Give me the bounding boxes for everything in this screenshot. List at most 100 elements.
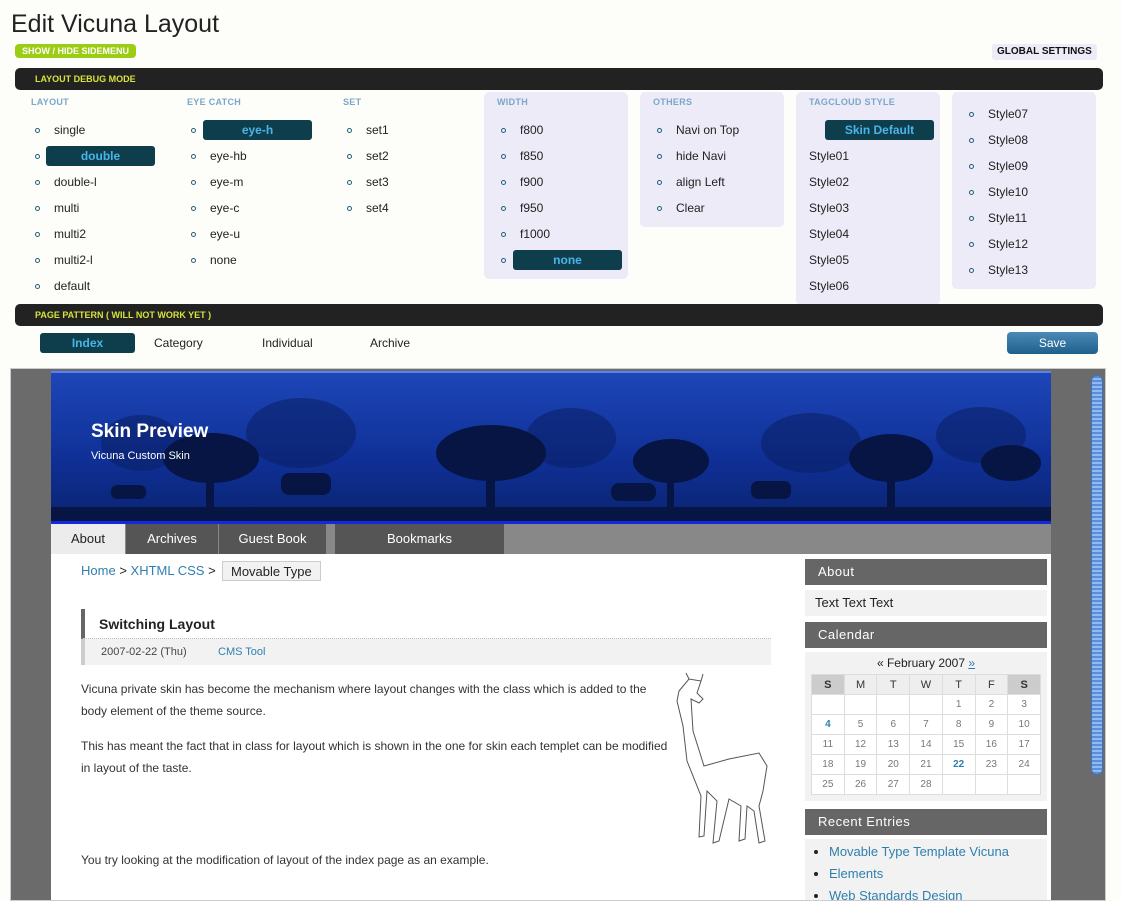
option-label: set3 xyxy=(366,175,389,189)
calendar-day: 3 xyxy=(1007,694,1041,715)
column-others-title: OTHERS xyxy=(653,97,693,107)
calendar-day: 15 xyxy=(941,734,976,755)
option-eyecatch-eye-m[interactable]: eye-m xyxy=(174,169,319,195)
entry-category-link[interactable]: CMS Tool xyxy=(218,639,265,665)
sidebar-about-title: About xyxy=(805,559,1047,585)
option-others-hide-navi[interactable]: hide Navi xyxy=(640,143,784,169)
calendar-table: S M T W T F S 1 2 3 4 5 6 7 8 9 10 11 12 13 14 15 16 17 18 19 20 21… xyxy=(811,674,1041,795)
calendar-empty xyxy=(811,694,845,715)
sidebar: About Text Text Text Calendar « February… xyxy=(805,559,1047,900)
breadcrumb-sep: > xyxy=(208,563,216,578)
breadcrumb: Home > XHTML CSS > xyxy=(81,563,216,578)
option-tagcloud-skin-default[interactable]: Skin Default xyxy=(796,117,940,143)
option-set-set3[interactable]: set3 xyxy=(330,169,475,195)
option-set-set1[interactable]: set1 xyxy=(330,117,475,143)
bullet-circle-icon xyxy=(657,180,662,185)
option-tagcloud2-style09[interactable]: Style09 xyxy=(952,153,1096,179)
option-layout-default[interactable]: default xyxy=(18,273,163,299)
option-set-set2[interactable]: set2 xyxy=(330,143,475,169)
site-title: Skin Preview xyxy=(91,421,209,442)
bullet-circle-icon xyxy=(501,154,506,159)
calendar-weekday: T xyxy=(941,674,976,695)
bullet-circle-icon xyxy=(657,206,662,211)
option-layout-multi2[interactable]: multi2 xyxy=(18,221,163,247)
option-tagcloud2-style07[interactable]: Style07 xyxy=(952,101,1096,127)
option-layout-double[interactable]: double xyxy=(18,143,163,169)
bullet-circle-icon xyxy=(191,180,196,185)
option-width-f1000[interactable]: f1000 xyxy=(484,221,628,247)
option-layout-double-l[interactable]: double-l xyxy=(18,169,163,195)
bullet-circle-icon xyxy=(191,154,196,159)
option-label: f900 xyxy=(520,175,544,189)
option-eyecatch-eye-c[interactable]: eye-c xyxy=(174,195,319,221)
option-eyecatch-eye-u[interactable]: eye-u xyxy=(174,221,319,247)
recent-entry-link[interactable]: Movable Type Template Vicuna xyxy=(829,844,1009,859)
preview-scrollbar[interactable] xyxy=(1091,375,1103,775)
breadcrumb-home[interactable]: Home xyxy=(81,563,116,578)
column-layout: LAYOUT single double double-l multi multi2 mul… xyxy=(18,92,163,305)
option-label: Style12 xyxy=(988,237,1029,251)
option-width-f850[interactable]: f850 xyxy=(484,143,628,169)
nav-tab-archives[interactable]: Archives xyxy=(126,524,218,554)
save-button[interactable]: Save xyxy=(1007,332,1098,354)
calendar-day[interactable]: 4 xyxy=(811,714,845,735)
option-width-f800[interactable]: f800 xyxy=(484,117,628,143)
column-width-title: WIDTH xyxy=(497,97,528,107)
breadcrumb-sep: > xyxy=(119,563,127,578)
option-others-navi-on-top[interactable]: Navi on Top xyxy=(640,117,784,143)
option-tagcloud2-style13[interactable]: Style13 xyxy=(952,257,1096,283)
preview-frame: Skin Preview Vicuna Custom Skin About Arc… xyxy=(10,368,1106,901)
option-label: multi xyxy=(54,201,80,215)
option-layout-single[interactable]: single xyxy=(18,117,163,143)
option-tagcloud-style03[interactable]: Style03 xyxy=(796,195,940,221)
calendar-day: 19 xyxy=(843,754,878,775)
pattern-tab-individual[interactable]: Individual xyxy=(262,333,313,353)
option-eyecatch-none[interactable]: none xyxy=(174,247,319,273)
nav-tab-guest-book[interactable]: Guest Book xyxy=(219,524,326,554)
breadcrumb-category[interactable]: XHTML CSS xyxy=(131,563,205,578)
column-set: SET set1 set2 set3 set4 xyxy=(330,92,475,227)
option-label: default xyxy=(54,279,91,293)
pattern-tab-category[interactable]: Category xyxy=(154,333,203,353)
option-tagcloud2-style10[interactable]: Style10 xyxy=(952,179,1096,205)
bullet-circle-icon xyxy=(35,128,40,133)
option-label: f800 xyxy=(520,123,544,137)
option-tagcloud-style06[interactable]: Style06 xyxy=(796,273,940,299)
option-eyecatch-eye-hb[interactable]: eye-hb xyxy=(174,143,319,169)
nav-tab-bookmarks[interactable]: Bookmarks xyxy=(335,524,504,554)
option-others-align-left[interactable]: align Left xyxy=(640,169,784,195)
option-tagcloud2-style11[interactable]: Style11 xyxy=(952,205,1096,231)
calendar-day: 26 xyxy=(843,774,878,795)
option-layout-multi[interactable]: multi xyxy=(18,195,163,221)
option-tagcloud-style01[interactable]: Style01 xyxy=(796,143,940,169)
calendar-empty xyxy=(1007,774,1041,795)
option-label: eye-m xyxy=(210,175,244,189)
option-tagcloud-style05[interactable]: Style05 xyxy=(796,247,940,273)
pattern-tab-index[interactable]: Index xyxy=(40,333,135,353)
option-label: Navi on Top xyxy=(676,123,740,137)
recent-entry-link[interactable]: Elements xyxy=(829,866,883,881)
toggle-sidemenu-button[interactable]: SHOW / HIDE SIDEMENU xyxy=(15,44,137,58)
global-settings-button[interactable]: GLOBAL SETTINGS xyxy=(992,44,1097,60)
recent-entry-link[interactable]: Web Standards Design xyxy=(829,888,962,900)
entry-meta: 2007-02-22 (Thu) CMS Tool xyxy=(81,639,771,665)
option-width-f900[interactable]: f900 xyxy=(484,169,628,195)
calendar-day: 7 xyxy=(909,714,943,735)
option-tagcloud2-style08[interactable]: Style08 xyxy=(952,127,1096,153)
option-others-clear[interactable]: Clear xyxy=(640,195,784,221)
calendar-day: 17 xyxy=(1007,734,1041,755)
option-width-none[interactable]: none xyxy=(484,247,628,273)
option-layout-multi2-l[interactable]: multi2-l xyxy=(18,247,163,273)
option-tagcloud-style02[interactable]: Style02 xyxy=(796,169,940,195)
pattern-tab-archive[interactable]: Archive xyxy=(370,333,410,353)
nav-tab-about[interactable]: About xyxy=(51,524,125,554)
option-tagcloud-style04[interactable]: Style04 xyxy=(796,221,940,247)
option-label: set1 xyxy=(366,123,389,137)
option-eyecatch-eye-h[interactable]: eye-h xyxy=(174,117,319,143)
option-width-f950[interactable]: f950 xyxy=(484,195,628,221)
calendar-day[interactable]: 22 xyxy=(941,754,976,775)
calendar-next-link[interactable]: » xyxy=(968,656,975,670)
bullet-circle-icon xyxy=(347,180,352,185)
option-tagcloud2-style12[interactable]: Style12 xyxy=(952,231,1096,257)
option-set-set4[interactable]: set4 xyxy=(330,195,475,221)
